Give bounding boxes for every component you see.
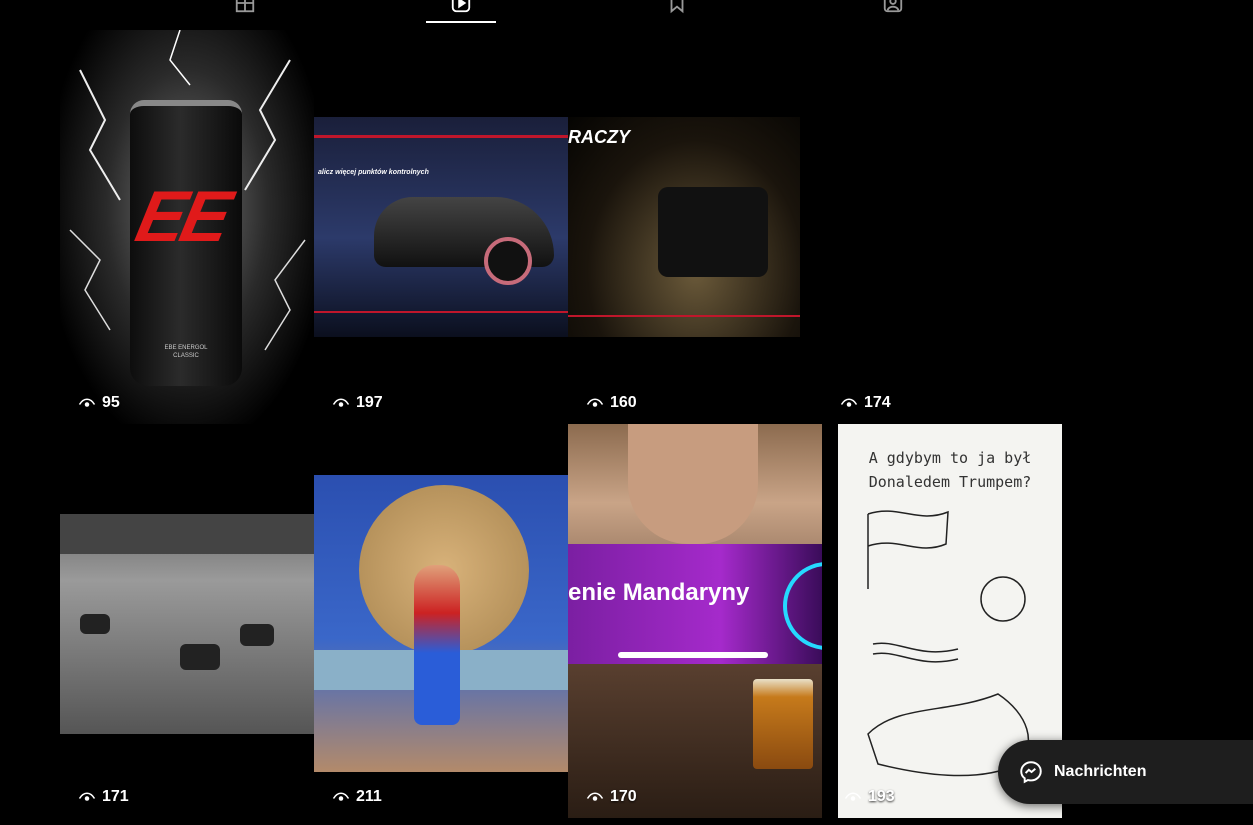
game-overlay-text: alicz więcej punktów kontrolnych: [318, 169, 429, 176]
title-banner: enie Mandaryny: [568, 544, 822, 664]
tab-tagged[interactable]: [858, 0, 928, 22]
view-count: 160: [586, 394, 637, 412]
play-icon: [332, 792, 350, 801]
hot-rod-car: [658, 187, 768, 277]
wrestler-figure: [414, 565, 460, 725]
reel-post-3[interactable]: RACZY 160: [568, 30, 822, 424]
view-count: 174: [840, 394, 891, 412]
reel-thumbnail: EE EBE ENERGOL CLASSIC: [60, 30, 314, 424]
view-count-value: 95: [102, 394, 120, 411]
play-icon: [78, 398, 96, 407]
tagged-icon: [883, 0, 903, 13]
view-count-value: 211: [356, 788, 382, 805]
drink-can: EE EBE ENERGOL CLASSIC: [129, 100, 242, 386]
view-count-value: 174: [864, 394, 891, 411]
reel-post-2[interactable]: alicz więcej punktów kontrolnych 197: [314, 30, 568, 424]
tab-saved[interactable]: [642, 0, 712, 22]
view-count: 171: [78, 788, 129, 806]
profile-tab-bar: [60, 0, 1076, 31]
view-count-value: 171: [102, 788, 129, 805]
tab-grid[interactable]: [210, 0, 280, 22]
view-count: 170: [586, 788, 637, 806]
reel-thumbnail: [60, 514, 314, 734]
view-count: 197: [332, 394, 383, 412]
play-icon: [844, 792, 862, 801]
view-count: 95: [78, 394, 120, 412]
game-overlay-text: RACZY: [568, 127, 630, 147]
view-count-value: 170: [610, 788, 637, 805]
reels-icon: [451, 0, 471, 13]
reel-post-4[interactable]: 174: [822, 30, 1076, 424]
messenger-icon: [1020, 761, 1042, 784]
reel-thumbnail: enie Mandaryny: [568, 424, 822, 818]
can-logo: EE: [129, 177, 235, 257]
bookmark-icon: [670, 0, 684, 14]
view-count: 211: [332, 788, 382, 806]
messages-label: Nachrichten: [1054, 763, 1147, 780]
tab-reels[interactable]: [426, 0, 496, 23]
play-icon: [332, 398, 350, 407]
reel-thumbnail: [314, 475, 568, 772]
view-count-value: 197: [356, 394, 383, 411]
view-count-value: 193: [868, 788, 895, 805]
reel-post-7[interactable]: enie Mandaryny 170: [568, 424, 822, 818]
grid-icon: [235, 0, 255, 13]
play-icon: [586, 792, 604, 801]
reel-thumbnail: alicz więcej punktów kontrolnych: [314, 117, 568, 337]
reel-post-5[interactable]: 171: [60, 424, 314, 818]
messages-button[interactable]: Nachrichten: [998, 740, 1253, 804]
reel-post-1[interactable]: EE EBE ENERGOL CLASSIC 95: [60, 30, 314, 424]
reel-post-6[interactable]: 211: [314, 424, 568, 818]
can-label-line: CLASSIC: [173, 353, 199, 359]
play-icon: [840, 398, 858, 407]
view-count: 193: [844, 788, 895, 806]
play-icon: [78, 792, 96, 801]
can-label-line: EBE ENERGOL: [164, 345, 208, 351]
reel-thumbnail: RACZY: [568, 117, 800, 337]
view-count-value: 160: [610, 394, 637, 411]
banner-text: enie Mandaryny: [568, 579, 750, 606]
beer-glass: [753, 679, 813, 769]
play-icon: [586, 398, 604, 407]
